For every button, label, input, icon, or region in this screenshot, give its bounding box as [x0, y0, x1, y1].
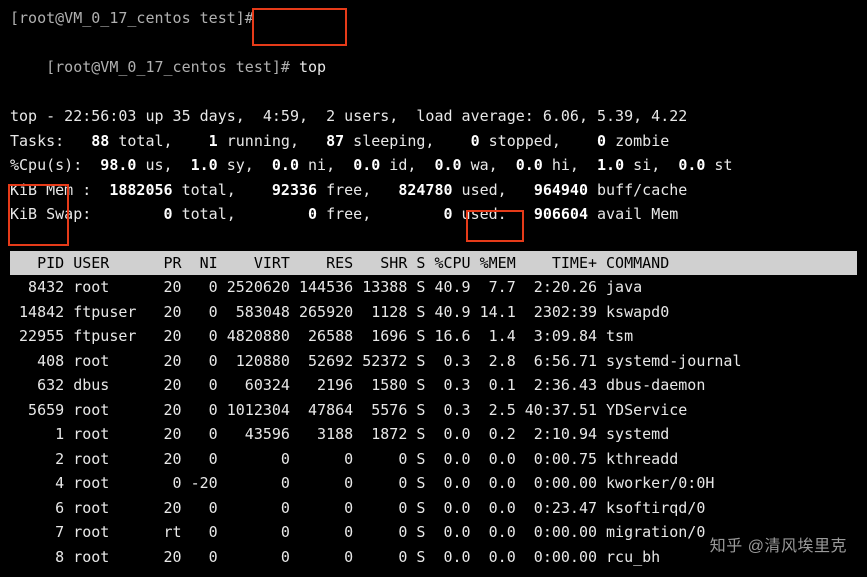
table-row: 408 root 20 0 120880 52692 52372 S 0.3 2… — [10, 349, 857, 374]
terminal-screen[interactable]: [root@VM_0_17_centos test]# [root@VM_0_1… — [0, 0, 867, 577]
table-row: 4 root 0 -20 0 0 0 S 0.0 0.0 0:00.00 kwo… — [10, 471, 857, 496]
process-table-body: 8432 root 20 0 2520620 144536 13388 S 40… — [10, 275, 857, 569]
blank-line — [10, 227, 857, 251]
typed-command: top — [299, 58, 326, 76]
shell-prompt-current: [root@VM_0_17_centos test]# top — [10, 31, 857, 105]
table-row: 2 root 20 0 0 0 0 S 0.0 0.0 0:00.75 kthr… — [10, 447, 857, 472]
prompt-prefix: [root@VM_0_17_centos test]# — [46, 58, 299, 76]
process-table-header: PID USER PR NI VIRT RES SHR S %CPU %MEM … — [10, 251, 857, 276]
top-summary-cpu: %Cpu(s): 98.0 us, 1.0 sy, 0.0 ni, 0.0 id… — [10, 153, 857, 178]
table-row: 1 root 20 0 43596 3188 1872 S 0.0 0.2 2:… — [10, 422, 857, 447]
shell-prompt-prev: [root@VM_0_17_centos test]# — [10, 6, 857, 31]
table-row: 8432 root 20 0 2520620 144536 13388 S 40… — [10, 275, 857, 300]
top-summary-mem: KiB Mem : 1882056 total, 92336 free, 824… — [10, 178, 857, 203]
top-summary-tasks: Tasks: 88 total, 1 running, 87 sleeping,… — [10, 129, 857, 154]
table-row: 5659 root 20 0 1012304 47864 5576 S 0.3 … — [10, 398, 857, 423]
watermark-text: 知乎 @清风埃里克 — [710, 535, 847, 560]
table-row: 6 root 20 0 0 0 0 S 0.0 0.0 0:23.47 ksof… — [10, 496, 857, 521]
top-summary-swap: KiB Swap: 0 total, 0 free, 0 used. 90660… — [10, 202, 857, 227]
table-row: 632 dbus 20 0 60324 2196 1580 S 0.3 0.1 … — [10, 373, 857, 398]
top-summary-uptime: top - 22:56:03 up 35 days, 4:59, 2 users… — [10, 104, 857, 129]
table-row: 14842 ftpuser 20 0 583048 265920 1128 S … — [10, 300, 857, 325]
table-row: 22955 ftpuser 20 0 4820880 26588 1696 S … — [10, 324, 857, 349]
